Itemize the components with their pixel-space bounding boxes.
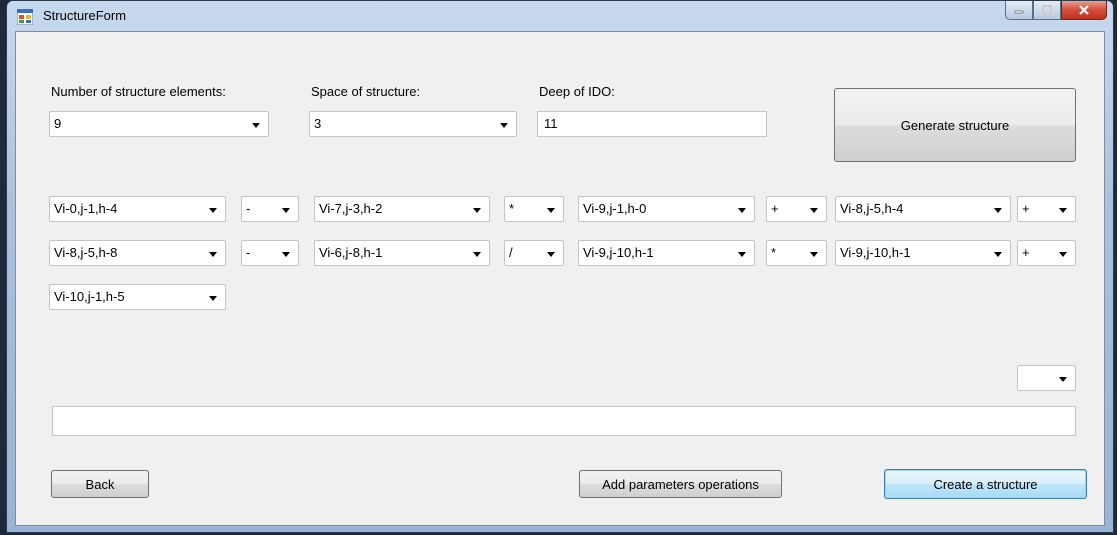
operator-value: / <box>509 245 513 260</box>
window-title: StructureForm <box>43 8 127 23</box>
element-combo[interactable]: Vi-8,j-5,h-8 <box>49 240 226 266</box>
extra-operator-combo[interactable] <box>1017 365 1076 391</box>
operator-combo[interactable]: + <box>1017 240 1076 266</box>
element-value: Vi-0,j-1,h-4 <box>54 201 118 216</box>
operator-combo[interactable]: - <box>241 240 299 266</box>
chevron-down-icon[interactable] <box>252 123 260 128</box>
app-icon <box>17 9 33 25</box>
num-elements-combo[interactable]: 9 <box>49 111 269 137</box>
element-value: Vi-8,j-5,h-8 <box>54 245 118 260</box>
operator-value: - <box>246 245 251 260</box>
element-value: Vi-7,j-3,h-2 <box>319 201 383 216</box>
chevron-down-icon[interactable] <box>1059 377 1067 382</box>
chevron-down-icon[interactable] <box>738 252 746 257</box>
operator-value: + <box>1022 245 1030 260</box>
element-combo[interactable]: Vi-10,j-1,h-5 <box>49 284 226 310</box>
form-client-area: Number of structure elements: Space of s… <box>15 31 1105 526</box>
operator-combo[interactable]: + <box>1017 196 1076 222</box>
operator-combo[interactable]: / <box>504 240 564 266</box>
chevron-down-icon[interactable] <box>282 252 290 257</box>
chevron-down-icon[interactable] <box>500 123 508 128</box>
deep-input[interactable]: 11 <box>537 111 767 137</box>
operator-combo[interactable]: - <box>241 196 299 222</box>
element-combo[interactable]: Vi-9,j-10,h-1 <box>578 240 755 266</box>
chevron-down-icon[interactable] <box>810 252 818 257</box>
title-bar[interactable]: StructureForm <box>7 1 1113 31</box>
close-icon <box>1079 5 1089 15</box>
chevron-down-icon[interactable] <box>810 208 818 213</box>
deep-label: Deep of IDO: <box>539 84 615 99</box>
deep-value: 11 <box>544 116 558 131</box>
chevron-down-icon[interactable] <box>209 296 217 301</box>
chevron-down-icon[interactable] <box>1059 252 1067 257</box>
chevron-down-icon[interactable] <box>473 208 481 213</box>
operator-value: + <box>771 201 779 216</box>
structure-form-window: StructureForm Number of structure elemen… <box>6 0 1114 533</box>
element-value: Vi-9,j-10,h-1 <box>583 245 654 260</box>
element-combo[interactable]: Vi-8,j-5,h-4 <box>835 196 1011 222</box>
operator-value: * <box>509 201 515 216</box>
element-value: Vi-10,j-1,h-5 <box>54 289 125 304</box>
maximize-button[interactable] <box>1033 1 1061 20</box>
operator-combo[interactable]: + <box>766 196 827 222</box>
space-label: Space of structure: <box>311 84 421 99</box>
operator-combo[interactable]: * <box>504 196 564 222</box>
num-elements-value: 9 <box>54 116 62 131</box>
chevron-down-icon[interactable] <box>547 208 555 213</box>
chevron-down-icon[interactable] <box>1059 208 1067 213</box>
num-elements-label: Number of structure elements: <box>51 84 226 99</box>
element-combo[interactable]: Vi-9,j-1,h-0 <box>578 196 755 222</box>
element-value: Vi-9,j-10,h-1 <box>840 245 911 260</box>
space-combo[interactable]: 3 <box>309 111 517 137</box>
create-structure-button[interactable]: Create a structure <box>884 469 1087 499</box>
chevron-down-icon[interactable] <box>738 208 746 213</box>
element-combo[interactable]: Vi-0,j-1,h-4 <box>49 196 226 222</box>
element-value: Vi-8,j-5,h-4 <box>840 201 904 216</box>
add-parameters-operations-button[interactable]: Add parameters operations <box>579 470 782 498</box>
chevron-down-icon[interactable] <box>282 208 290 213</box>
back-button[interactable]: Back <box>51 470 149 498</box>
operator-combo[interactable]: * <box>766 240 827 266</box>
minimize-button[interactable] <box>1005 1 1033 20</box>
minimize-icon <box>1014 10 1024 14</box>
maximize-icon <box>1042 5 1052 15</box>
chevron-down-icon[interactable] <box>209 208 217 213</box>
chevron-down-icon[interactable] <box>994 208 1002 213</box>
element-value: Vi-6,j-8,h-1 <box>319 245 383 260</box>
chevron-down-icon[interactable] <box>994 252 1002 257</box>
element-value: Vi-9,j-1,h-0 <box>583 201 647 216</box>
operator-value: + <box>1022 201 1030 216</box>
generate-structure-button[interactable]: Generate structure <box>834 88 1076 162</box>
element-combo[interactable]: Vi-6,j-8,h-1 <box>314 240 490 266</box>
operator-value: * <box>771 245 777 260</box>
close-button[interactable] <box>1061 1 1107 20</box>
chevron-down-icon[interactable] <box>209 252 217 257</box>
space-value: 3 <box>314 116 322 131</box>
operator-value: - <box>246 201 251 216</box>
chevron-down-icon[interactable] <box>547 252 555 257</box>
chevron-down-icon[interactable] <box>473 252 481 257</box>
structure-output-field[interactable] <box>52 406 1076 436</box>
element-combo[interactable]: Vi-9,j-10,h-1 <box>835 240 1011 266</box>
element-combo[interactable]: Vi-7,j-3,h-2 <box>314 196 490 222</box>
